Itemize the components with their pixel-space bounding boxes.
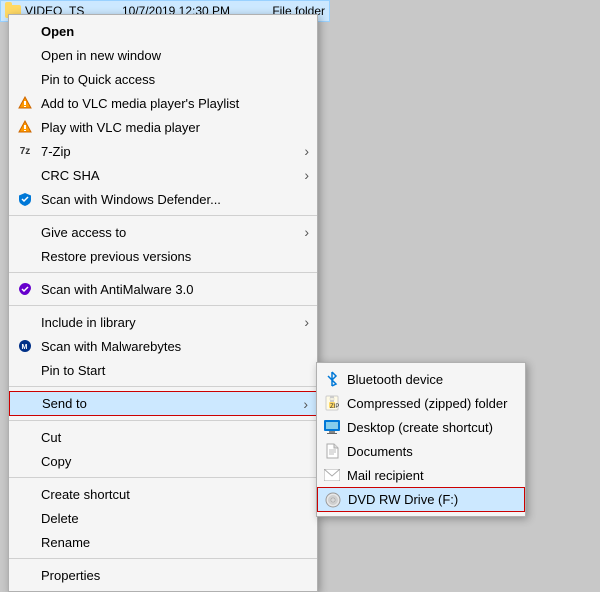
menu-item-rename[interactable]: Rename bbox=[9, 530, 317, 554]
menu-item-restore-versions-label: Restore previous versions bbox=[41, 249, 191, 264]
vlc-icon-1 bbox=[17, 95, 33, 111]
menu-item-play-vlc[interactable]: Play with VLC media player bbox=[9, 115, 317, 139]
menu-item-cut[interactable]: Cut bbox=[9, 425, 317, 449]
menu-item-delete-label: Delete bbox=[41, 511, 79, 526]
separator-2 bbox=[9, 272, 317, 273]
menu-item-properties-label: Properties bbox=[41, 568, 100, 583]
submenu-item-bluetooth-label: Bluetooth device bbox=[347, 372, 443, 387]
menu-item-give-access-label: Give access to bbox=[41, 225, 126, 240]
menu-item-open-label: Open bbox=[41, 24, 74, 39]
menu-item-play-vlc-label: Play with VLC media player bbox=[41, 120, 200, 135]
separator-7 bbox=[9, 558, 317, 559]
menu-item-add-vlc-playlist-label: Add to VLC media player's Playlist bbox=[41, 96, 239, 111]
menu-item-properties[interactable]: Properties bbox=[9, 563, 317, 587]
menu-item-create-shortcut-label: Create shortcut bbox=[41, 487, 130, 502]
svg-text:M: M bbox=[22, 344, 28, 351]
menu-item-add-vlc-playlist[interactable]: Add to VLC media player's Playlist bbox=[9, 91, 317, 115]
defender-icon bbox=[17, 191, 33, 207]
menu-item-copy[interactable]: Copy bbox=[9, 449, 317, 473]
menu-item-create-shortcut[interactable]: Create shortcut bbox=[9, 482, 317, 506]
malwarebytes-icon: M bbox=[17, 338, 33, 354]
menu-item-pin-start[interactable]: Pin to Start bbox=[9, 358, 317, 382]
menu-item-scan-malwarebytes[interactable]: M Scan with Malwarebytes bbox=[9, 334, 317, 358]
menu-item-open[interactable]: Open bbox=[9, 19, 317, 43]
submenu-item-mail-label: Mail recipient bbox=[347, 468, 424, 483]
submenu-item-documents-label: Documents bbox=[347, 444, 413, 459]
menu-item-crc-sha-label: CRC SHA bbox=[41, 168, 100, 183]
submenu-item-documents[interactable]: Documents bbox=[317, 439, 525, 463]
menu-item-pin-quick-access[interactable]: Pin to Quick access bbox=[9, 67, 317, 91]
submenu-item-dvd[interactable]: DVD RW Drive (F:) bbox=[317, 487, 525, 512]
dvd-icon bbox=[324, 491, 342, 509]
menu-item-scan-defender[interactable]: Scan with Windows Defender... bbox=[9, 187, 317, 211]
menu-item-7zip[interactable]: 7z 7-Zip bbox=[9, 139, 317, 163]
bluetooth-icon bbox=[323, 370, 341, 388]
submenu-item-bluetooth[interactable]: Bluetooth device bbox=[317, 367, 525, 391]
menu-item-open-new-window-label: Open in new window bbox=[41, 48, 161, 63]
menu-item-copy-label: Copy bbox=[41, 454, 71, 469]
separator-6 bbox=[9, 477, 317, 478]
separator-5 bbox=[9, 420, 317, 421]
menu-item-include-library-label: Include in library bbox=[41, 315, 136, 330]
context-menu: Open Open in new window Pin to Quick acc… bbox=[8, 14, 318, 592]
menu-item-open-new-window[interactable]: Open in new window bbox=[9, 43, 317, 67]
menu-item-rename-label: Rename bbox=[41, 535, 90, 550]
submenu-item-dvd-label: DVD RW Drive (F:) bbox=[348, 492, 458, 507]
menu-item-send-to[interactable]: Send to bbox=[9, 391, 317, 416]
menu-item-7zip-label: 7-Zip bbox=[41, 144, 71, 159]
menu-item-pin-start-label: Pin to Start bbox=[41, 363, 105, 378]
vlc-icon-2 bbox=[17, 119, 33, 135]
send-to-submenu: Bluetooth device ZIP Compressed (zipped)… bbox=[316, 362, 526, 517]
pin-quick-access-label: Pin to Quick access bbox=[41, 72, 155, 87]
submenu-item-desktop[interactable]: Desktop (create shortcut) bbox=[317, 415, 525, 439]
svg-text:ZIP: ZIP bbox=[330, 404, 339, 410]
menu-item-give-access[interactable]: Give access to bbox=[9, 220, 317, 244]
submenu-item-desktop-label: Desktop (create shortcut) bbox=[347, 420, 493, 435]
menu-item-scan-antimalware-label: Scan with AntiMalware 3.0 bbox=[41, 282, 193, 297]
separator-3 bbox=[9, 305, 317, 306]
menu-item-scan-malwarebytes-label: Scan with Malwarebytes bbox=[41, 339, 181, 354]
menu-item-restore-versions[interactable]: Restore previous versions bbox=[9, 244, 317, 268]
menu-item-send-to-label: Send to bbox=[42, 396, 87, 411]
zip7-icon: 7z bbox=[17, 143, 33, 159]
separator-1 bbox=[9, 215, 317, 216]
menu-item-delete[interactable]: Delete bbox=[9, 506, 317, 530]
desktop-icon bbox=[323, 418, 341, 436]
menu-item-crc-sha[interactable]: CRC SHA bbox=[9, 163, 317, 187]
zip-icon: ZIP bbox=[323, 394, 341, 412]
submenu-item-mail[interactable]: Mail recipient bbox=[317, 463, 525, 487]
antimalware-icon bbox=[17, 281, 33, 297]
menu-item-include-library[interactable]: Include in library bbox=[9, 310, 317, 334]
menu-item-scan-antimalware[interactable]: Scan with AntiMalware 3.0 bbox=[9, 277, 317, 301]
menu-item-scan-defender-label: Scan with Windows Defender... bbox=[41, 192, 221, 207]
mail-icon bbox=[323, 466, 341, 484]
menu-item-cut-label: Cut bbox=[41, 430, 61, 445]
separator-4 bbox=[9, 386, 317, 387]
documents-icon bbox=[323, 442, 341, 460]
submenu-item-compressed[interactable]: ZIP Compressed (zipped) folder bbox=[317, 391, 525, 415]
submenu-item-compressed-label: Compressed (zipped) folder bbox=[347, 396, 507, 411]
